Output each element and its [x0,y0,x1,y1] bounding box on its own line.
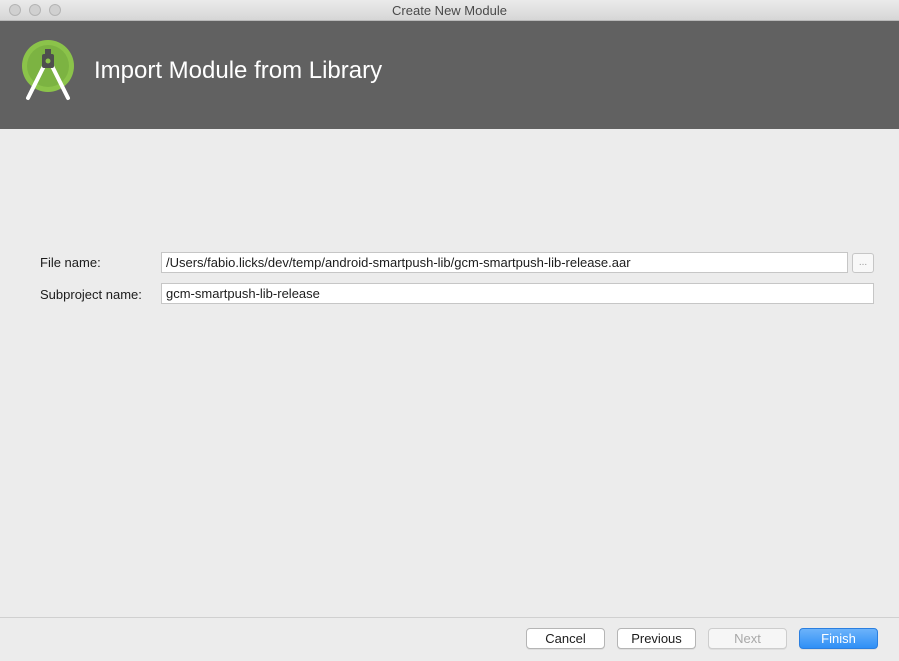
cancel-button[interactable]: Cancel [526,628,605,649]
next-button[interactable]: Next [708,628,787,649]
android-studio-logo-icon [22,40,74,100]
finish-button[interactable]: Finish [799,628,878,649]
page-title: Import Module from Library [94,57,383,84]
file-name-label: File name: [40,255,101,270]
browse-button[interactable]: ... [852,253,874,273]
window-title: Create New Module [392,3,507,18]
ellipsis-icon: ... [858,257,868,268]
subproject-name-input[interactable]: gcm-smartpush-lib-release [161,283,874,304]
header-banner: Import Module from Library [0,21,899,129]
title-bar: Create New Module [0,0,899,21]
subproject-name-label: Subproject name: [40,287,142,302]
previous-button[interactable]: Previous [617,628,696,649]
file-name-input[interactable]: /Users/fabio.licks/dev/temp/android-smar… [161,252,848,273]
footer-divider [0,617,899,618]
